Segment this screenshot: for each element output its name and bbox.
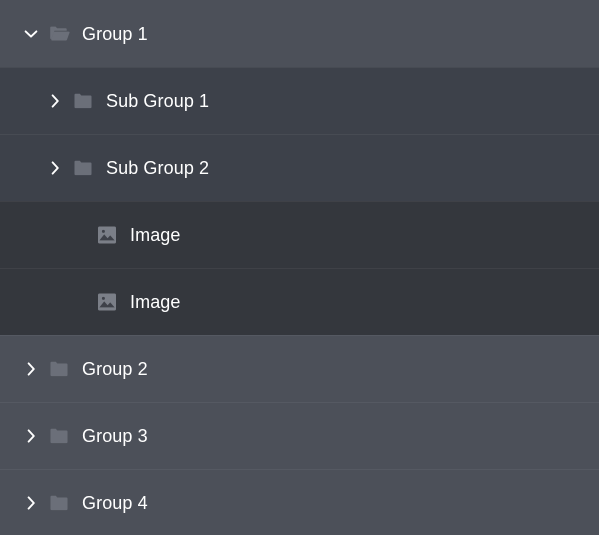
chevron-down-icon[interactable]	[18, 21, 44, 47]
folder-open-icon	[46, 21, 72, 47]
folder-closed-icon	[70, 88, 96, 114]
tree-row[interactable]: Group 2	[0, 335, 599, 402]
tree-row-label: Group 1	[82, 23, 148, 44]
tree-row-label: Group 2	[82, 358, 148, 379]
tree-row-label: Sub Group 1	[106, 90, 210, 111]
tree-row[interactable]: Group 1	[0, 0, 599, 67]
twisty-placeholder	[66, 289, 92, 315]
tree-row[interactable]: Group 4	[0, 469, 599, 535]
folder-closed-icon	[46, 423, 72, 449]
chevron-right-icon[interactable]	[42, 88, 68, 114]
layer-tree-panel: Group 1 Sub Group 1 Sub Group 2 Image Image G…	[0, 0, 599, 535]
tree-row[interactable]: Group 3	[0, 402, 599, 469]
tree-row-label: Group 3	[82, 425, 148, 446]
tree-row[interactable]: Image	[0, 268, 599, 335]
image-icon	[94, 289, 120, 315]
tree-row-label: Sub Group 2	[106, 157, 210, 178]
folder-closed-icon	[46, 356, 72, 382]
folder-closed-icon	[70, 155, 96, 181]
image-icon	[94, 222, 120, 248]
tree-row[interactable]: Image	[0, 201, 599, 268]
tree-row-label: Group 4	[82, 492, 148, 513]
tree-row-label: Image	[130, 291, 181, 312]
tree-row-label: Image	[130, 224, 181, 245]
tree-row[interactable]: Sub Group 2	[0, 134, 599, 201]
chevron-right-icon[interactable]	[42, 155, 68, 181]
chevron-right-icon[interactable]	[18, 423, 44, 449]
chevron-right-icon[interactable]	[18, 490, 44, 516]
chevron-right-icon[interactable]	[18, 356, 44, 382]
twisty-placeholder	[66, 222, 92, 248]
tree-row[interactable]: Sub Group 1	[0, 67, 599, 134]
folder-closed-icon	[46, 490, 72, 516]
